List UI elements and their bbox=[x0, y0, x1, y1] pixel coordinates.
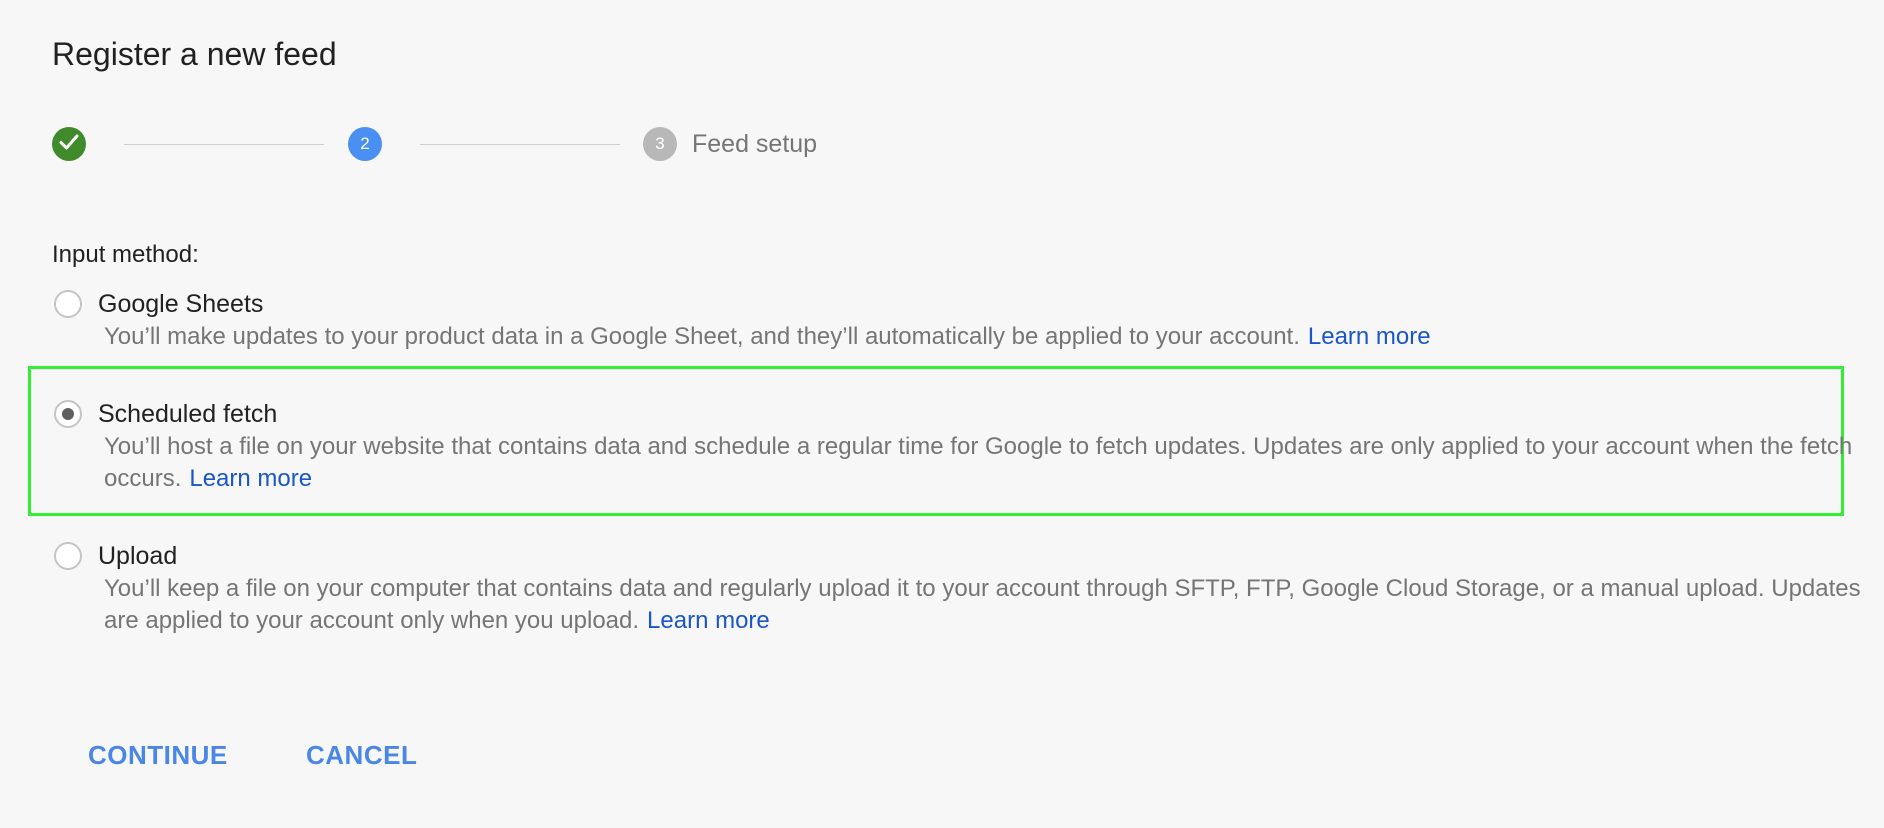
option-description: You’ll host a file on your website that … bbox=[104, 431, 1884, 495]
option-description: You’ll keep a file on your computer that… bbox=[104, 573, 1884, 637]
option-upload[interactable]: Upload You’ll keep a file on your comput… bbox=[52, 540, 1861, 640]
step-connector-2 bbox=[420, 144, 620, 145]
checkmark-icon bbox=[58, 131, 80, 158]
step-connector-1 bbox=[124, 144, 324, 145]
option-title[interactable]: Google Sheets bbox=[98, 290, 263, 319]
input-method-label: Input method: bbox=[52, 241, 199, 268]
google-sheets-radio[interactable] bbox=[54, 290, 82, 318]
scheduled-fetch-radio[interactable] bbox=[54, 400, 82, 428]
description-text: You’ll host a file on your website that … bbox=[104, 433, 1853, 492]
option-google-sheets[interactable]: Google Sheets You’ll make updates to you… bbox=[52, 288, 1832, 350]
upload-radio[interactable] bbox=[54, 542, 82, 570]
description-text: You’ll keep a file on your computer that… bbox=[104, 575, 1861, 634]
learn-more-link[interactable]: Learn more bbox=[647, 607, 770, 634]
continue-button[interactable]: CONTINUE bbox=[88, 740, 228, 771]
radio-selected-dot bbox=[62, 408, 74, 420]
learn-more-link[interactable]: Learn more bbox=[1308, 323, 1431, 350]
option-description: You’ll make updates to your product data… bbox=[104, 321, 1884, 353]
page-title: Register a new feed bbox=[52, 36, 337, 72]
step-1-complete bbox=[52, 127, 86, 161]
learn-more-link[interactable]: Learn more bbox=[189, 465, 312, 492]
option-scheduled-fetch[interactable]: Scheduled fetch You’ll host a file on yo… bbox=[52, 398, 1852, 498]
description-text: You’ll make updates to your product data… bbox=[104, 323, 1300, 350]
cancel-button[interactable]: CANCEL bbox=[306, 740, 417, 771]
option-title[interactable]: Scheduled fetch bbox=[98, 400, 277, 429]
step-2-active: 2 bbox=[348, 127, 382, 161]
option-title[interactable]: Upload bbox=[98, 542, 177, 571]
step-3-pending: 3 bbox=[643, 127, 677, 161]
step-3-label: Feed setup bbox=[692, 130, 818, 158]
step-2-number: 2 bbox=[360, 134, 370, 153]
progress-stepper: 2 3 Feed setup bbox=[52, 127, 952, 163]
step-3-number: 3 bbox=[655, 134, 665, 153]
